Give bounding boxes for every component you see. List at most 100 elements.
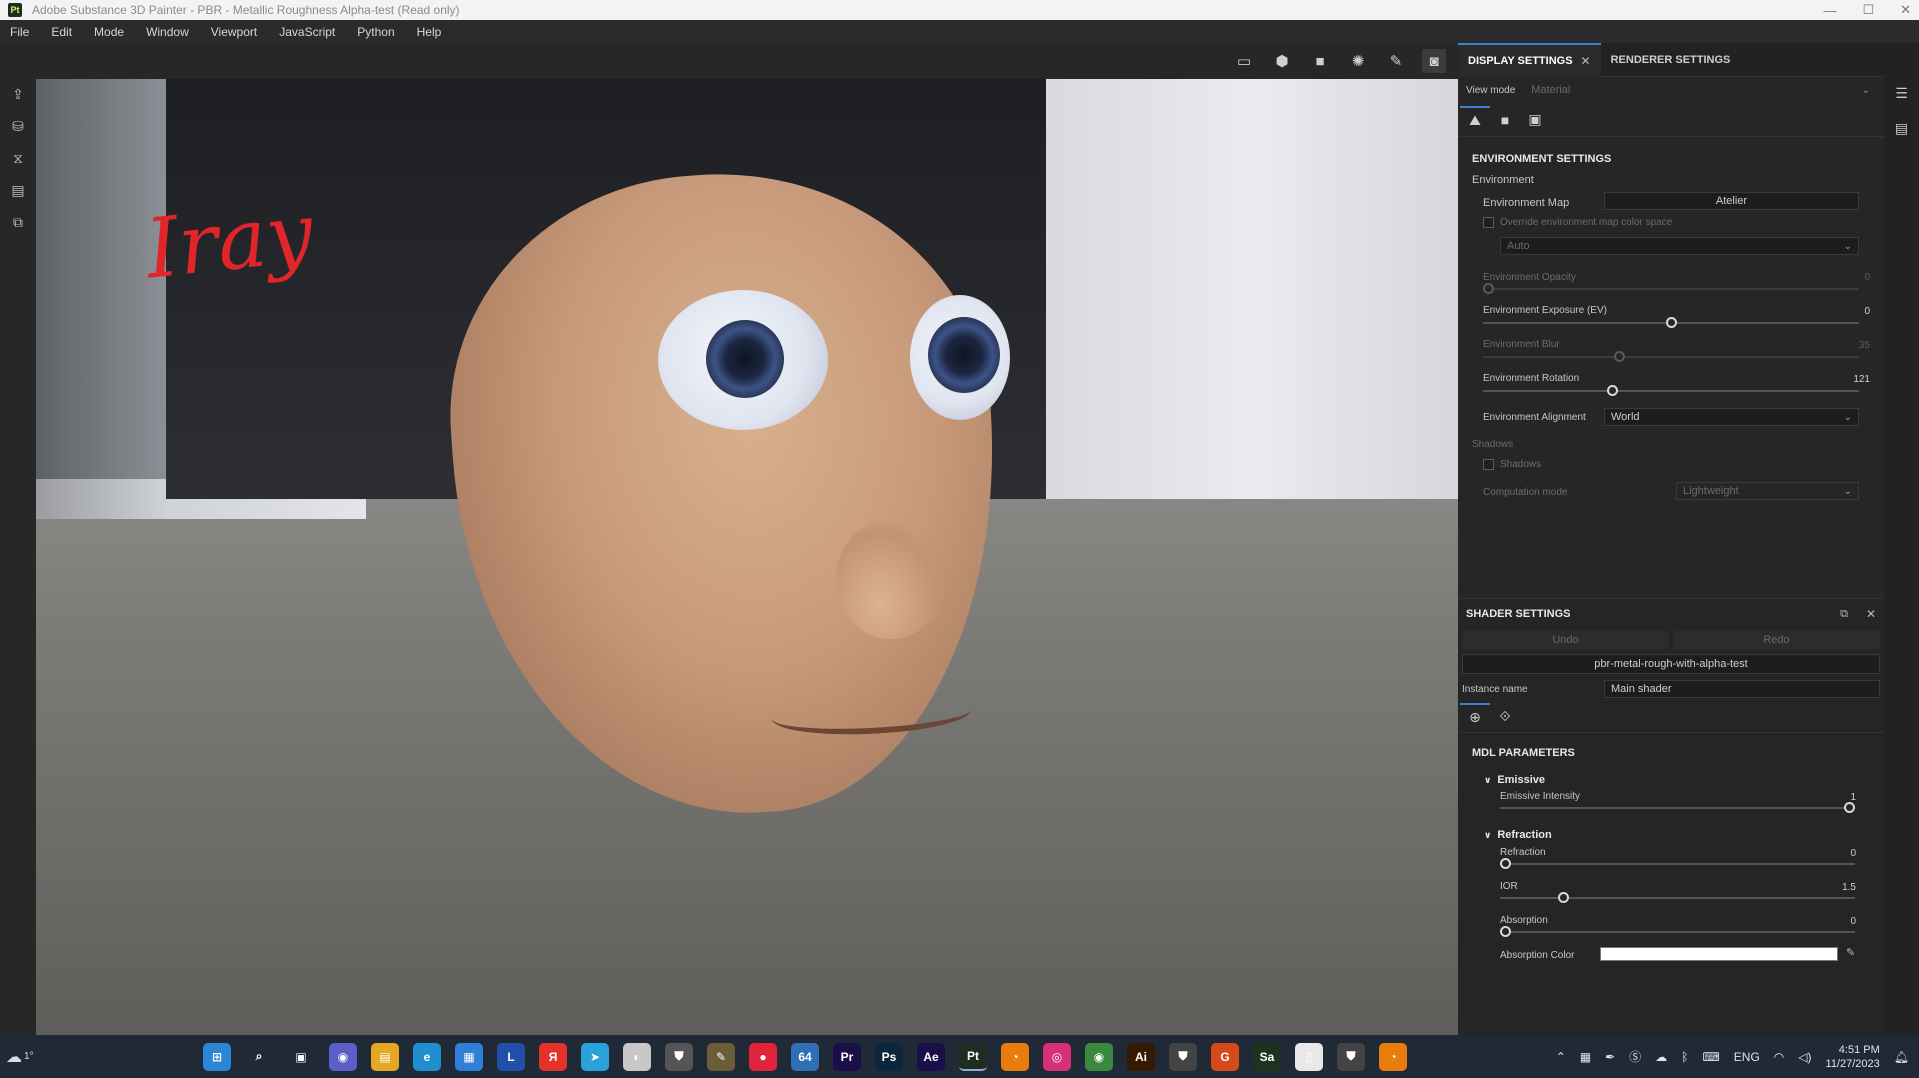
maximize-icon[interactable]: ☐ [1862,2,1874,18]
selection-icon[interactable]: ▭ [1232,49,1256,73]
cube-icon[interactable]: ⬢ [1270,49,1294,73]
taskbar-app-yandex[interactable]: Я [539,1042,567,1071]
taskbar-app-teams[interactable]: ◉ [329,1042,357,1071]
menu-window[interactable]: Window [146,25,189,39]
slider-knob[interactable] [1665,317,1677,328]
slider-knob[interactable] [1558,892,1570,903]
refraction-group[interactable]: ∨ Refraction [1484,829,1552,841]
instance-name-input[interactable]: Main shader [1604,680,1880,698]
export-icon[interactable]: ⇪ [7,85,29,103]
taskbar-app-app-8[interactable]: ⛊ [1337,1042,1365,1071]
assets-icon[interactable]: ⧉ [7,213,29,231]
absorption-color-swatch[interactable] [1600,947,1838,961]
history-icon[interactable]: ⧖ [7,149,29,167]
menu-edit[interactable]: Edit [51,25,72,39]
env-rotation-slider[interactable] [1483,385,1859,396]
taskbar-app-blender-2[interactable]: ◔ [1379,1042,1407,1071]
taskbar-app-app-6[interactable]: ⛊ [1169,1042,1197,1071]
keyboard-icon[interactable]: ⌨ [1702,1050,1719,1064]
taskbar-app-painter[interactable]: Pt [959,1042,987,1071]
slider-knob[interactable] [1483,283,1494,294]
env-alignment-select[interactable]: World ⌄ [1604,408,1859,426]
override-colorspace-checkbox[interactable] [1483,217,1494,228]
taskbar-app-store[interactable]: ▦ [455,1042,483,1071]
env-blur-slider[interactable] [1483,351,1859,362]
zoom-icon[interactable]: ⊕ [1460,702,1490,731]
taskbar-app-instagram[interactable]: ◎ [1043,1042,1071,1071]
cloud-sync-icon[interactable]: ☁ [1655,1050,1667,1064]
weather-widget[interactable]: ☁ 1° [6,1047,46,1067]
env-map-field[interactable]: Atelier [1604,192,1859,210]
camera-tab-icon[interactable]: ■ [1490,106,1520,134]
menu-viewport[interactable]: Viewport [211,25,257,39]
bake-icon[interactable]: ⛁ [7,117,29,135]
taskbar-app-l-app[interactable]: L [497,1042,525,1071]
taskbar-app-premiere[interactable]: Pr [833,1042,861,1071]
shadows-checkbox[interactable] [1483,459,1494,470]
taskbar-app-illustrator[interactable]: Ai [1127,1042,1155,1071]
screenshot-icon[interactable]: ◙ [1422,49,1446,73]
taskbar-app-app-7[interactable]: G [1211,1042,1239,1071]
refraction-slider[interactable] [1500,858,1855,869]
undock-icon[interactable]: ⧉ [1840,608,1848,621]
menu-mode[interactable]: Mode [94,25,124,39]
close-icon[interactable]: ✕ [1866,607,1876,621]
taskbar-app-app-1[interactable]: ◐ [623,1042,651,1071]
environment-tab-icon[interactable]: ⛰ [1460,105,1490,134]
taskbar-app-notepad[interactable]: ▯ [1295,1042,1323,1071]
wifi-icon[interactable]: ◠ [1774,1050,1784,1064]
slider-knob[interactable] [1500,926,1511,937]
taskbar-app-app-5[interactable]: 64 [791,1042,819,1071]
env-exposure-slider[interactable] [1483,317,1859,328]
shader-name-field[interactable]: pbr-metal-rough-with-alpha-test [1462,654,1880,674]
taskbar-app-app-4[interactable]: ● [749,1042,777,1071]
tab-renderer-settings[interactable]: RENDERER SETTINGS [1601,43,1741,77]
skype-icon[interactable]: Ⓢ [1629,1048,1641,1065]
taskbar-app-after-effects[interactable]: Ae [917,1042,945,1071]
taskbar-app-windows-start[interactable]: ⊞ [203,1042,231,1071]
taskbar-app-app-3[interactable]: ✎ [707,1042,735,1071]
taskbar-app-app-2[interactable]: ⛊ [665,1042,693,1071]
taskbar-app-task-view[interactable]: ▣ [287,1043,315,1071]
taskbar-app-substance-sampler[interactable]: Sa [1253,1042,1281,1071]
slider-knob[interactable] [1844,802,1855,813]
computation-mode-select[interactable]: Lightweight ⌄ [1676,482,1859,500]
slider-knob[interactable] [1500,858,1511,869]
ior-slider[interactable] [1500,892,1855,903]
env-opacity-slider[interactable] [1483,283,1859,294]
menu-python[interactable]: Python [357,25,394,39]
minimize-icon[interactable]: — [1823,3,1836,18]
properties-icon[interactable]: ▤ [1895,120,1908,137]
view-mode-select[interactable]: Material ⌄ [1525,81,1876,99]
taskbar-app-telegram[interactable]: ➤ [581,1042,609,1071]
layers-icon[interactable]: ☰ [1895,85,1908,102]
3d-viewport[interactable]: Iray [36,79,1458,1035]
clock[interactable]: 4:51 PM 11/27/2023 [1826,1043,1880,1071]
notification-icon[interactable]: 🔔︎ [1894,1050,1909,1064]
camera-icon[interactable]: ■ [1308,49,1332,73]
eyedropper-icon[interactable]: ✎ [1846,946,1855,959]
absorption-slider[interactable] [1500,926,1855,937]
menu-file[interactable]: File [10,25,29,39]
redo-button[interactable]: Redo [1673,631,1880,649]
brush-icon[interactable]: ✎ [1384,49,1408,73]
menu-help[interactable]: Help [417,25,442,39]
tab-display-settings[interactable]: DISPLAY SETTINGS ✕ [1458,42,1601,77]
emissive-group[interactable]: ∨ Emissive [1484,774,1545,786]
emissive-intensity-slider[interactable] [1500,802,1855,813]
document-icon[interactable]: ▤ [7,181,29,199]
viewport-tab-icon[interactable]: ▣ [1520,106,1550,134]
close-icon[interactable]: ✕ [1581,54,1591,68]
taskbar-app-edge[interactable]: e [413,1042,441,1071]
pen-icon[interactable]: ✒ [1605,1050,1615,1064]
tray-app-icon[interactable]: ▦ [1580,1050,1591,1064]
volume-icon[interactable]: ◁) [1798,1050,1811,1064]
close-window-icon[interactable]: ✕ [1900,2,1911,18]
parameters-icon[interactable]: ⟐ [1490,703,1520,731]
color-space-select[interactable]: Auto ⌄ [1500,237,1859,255]
taskbar-app-blender[interactable]: ◔ [1001,1042,1029,1071]
taskbar-app-photoshop[interactable]: Ps [875,1042,903,1071]
taskbar-app-chrome[interactable]: ◉ [1085,1042,1113,1071]
taskbar-app-search[interactable]: ⌕ [245,1043,273,1071]
slider-knob[interactable] [1614,351,1626,362]
